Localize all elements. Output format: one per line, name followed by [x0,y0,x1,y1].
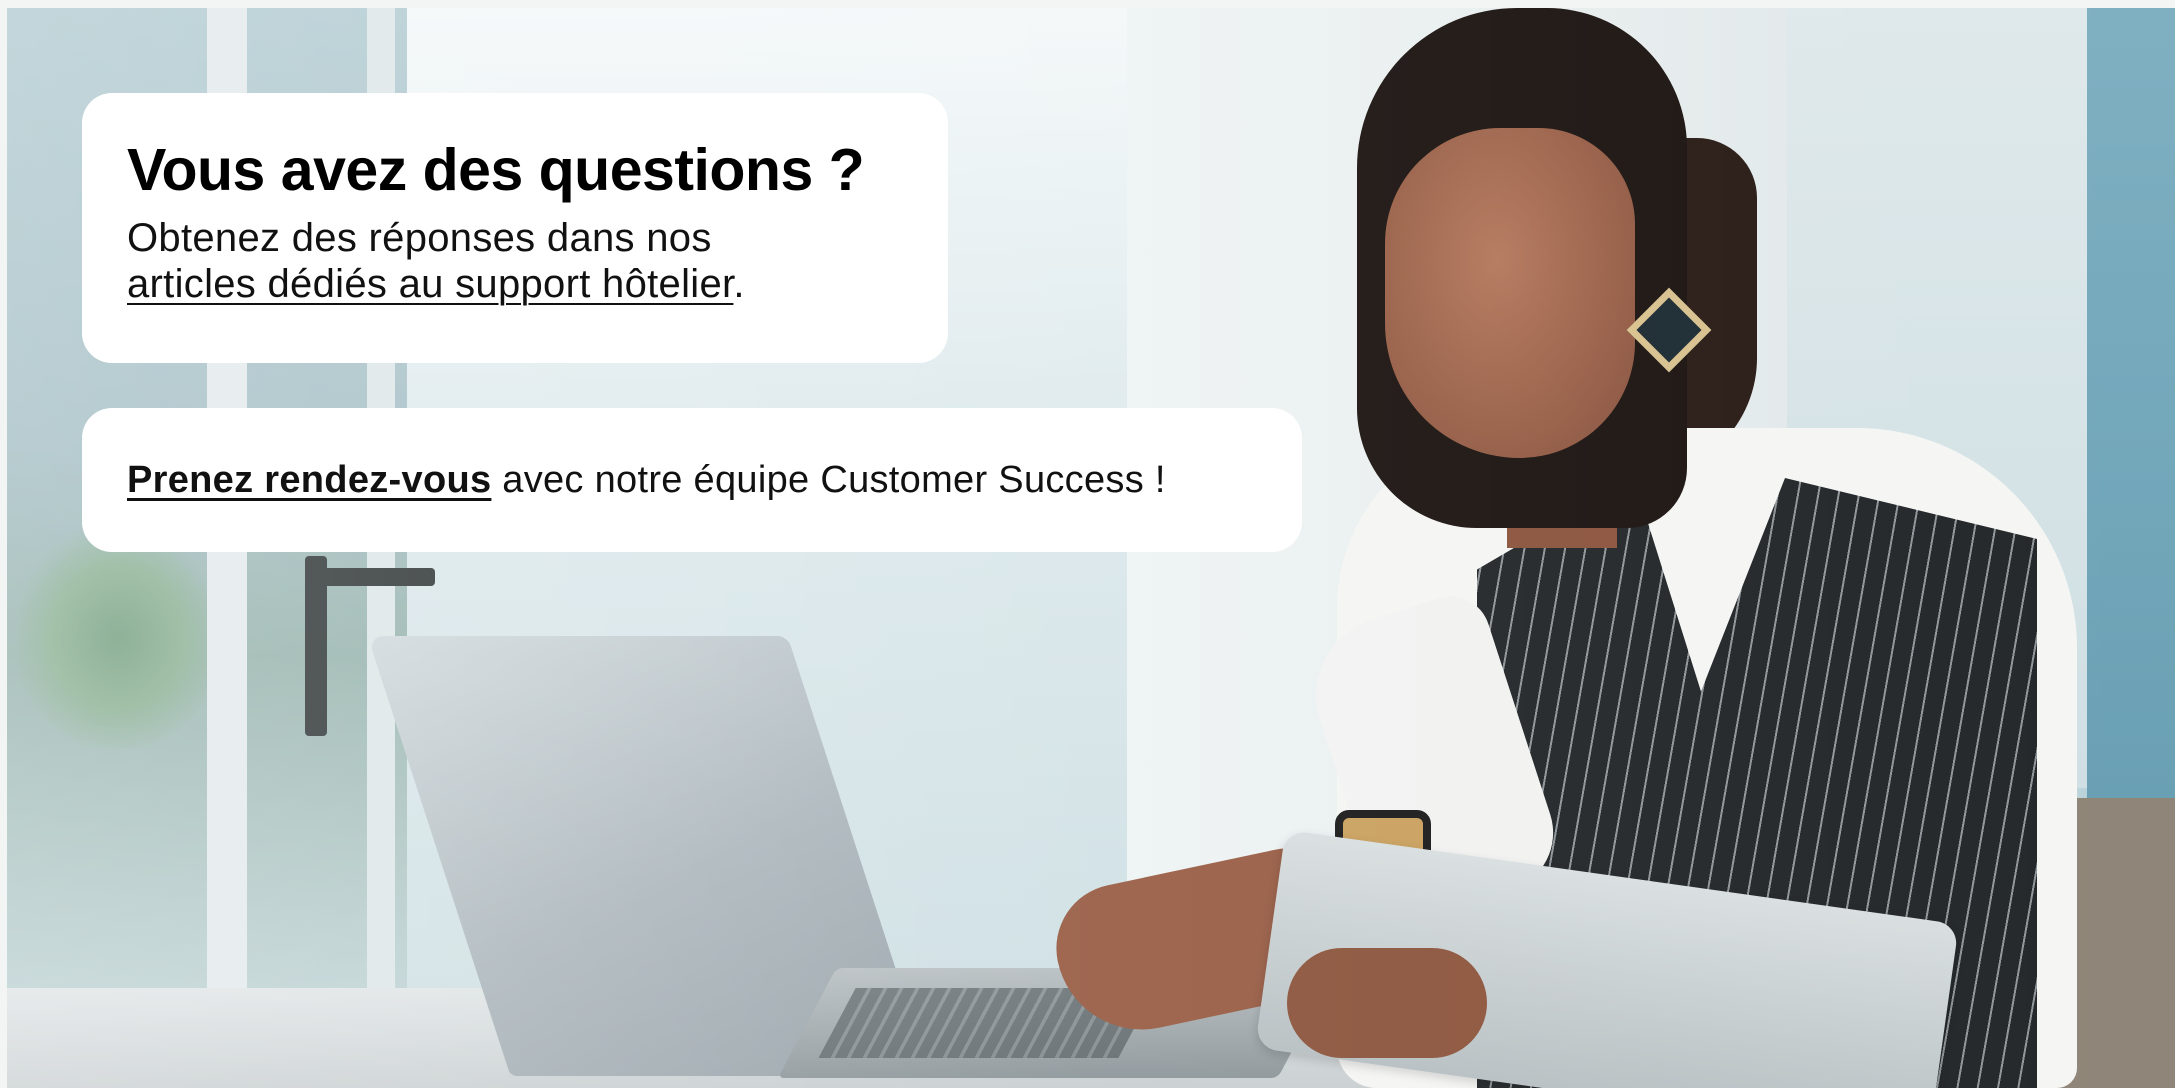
support-articles-link[interactable]: articles dédiés au support hôtelier [127,262,733,306]
appointment-text: Prenez rendez-vous avec notre équipe Cus… [127,458,1166,502]
questions-trailing: . [733,261,745,306]
support-banner: Vous avez des questions ? Obtenez des ré… [7,8,2175,1088]
appointment-description: avec notre équipe Customer Success ! [491,459,1166,501]
appointment-card: Prenez rendez-vous avec notre équipe Cus… [82,408,1302,552]
questions-title: Vous avez des questions ? [127,137,865,203]
book-appointment-link[interactable]: Prenez rendez-vous [127,459,491,501]
questions-card: Vous avez des questions ? Obtenez des ré… [82,93,948,363]
questions-text: Obtenez des réponses dans nos articles d… [127,215,903,307]
questions-intro: Obtenez des réponses dans nos [127,215,712,260]
